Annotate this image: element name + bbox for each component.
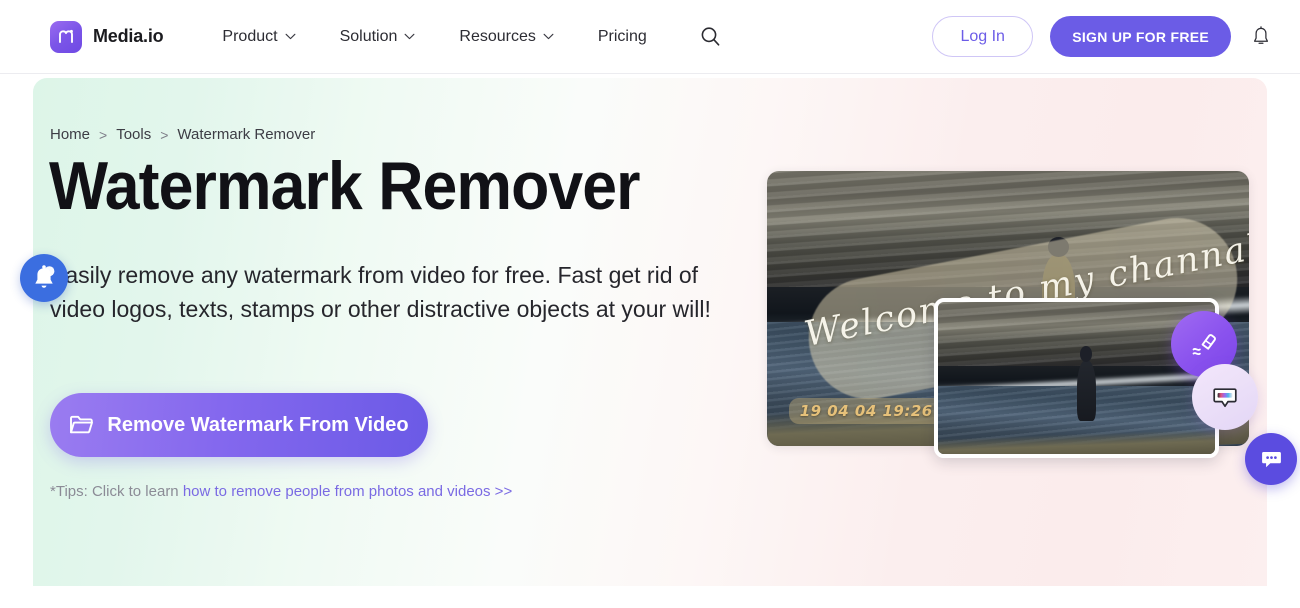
- signup-button[interactable]: SIGN UP FOR FREE: [1050, 16, 1231, 57]
- page-title: Watermark Remover: [49, 148, 640, 224]
- media-io-logo-icon: [50, 20, 82, 53]
- eraser-icon: [1192, 334, 1216, 356]
- remove-watermark-from-video-button[interactable]: Remove Watermark From Video: [50, 393, 428, 457]
- hero-section: Home > Tools > Watermark Remover Waterma…: [33, 78, 1267, 586]
- nav-item-label: Pricing: [597, 27, 647, 45]
- timestamp-watermark: 19 04 04 19:26: [788, 398, 944, 424]
- search-button[interactable]: [695, 21, 726, 52]
- breadcrumb-item-tools[interactable]: Tools: [116, 126, 151, 143]
- tips-link[interactable]: how to remove people from photos and vid…: [183, 483, 512, 500]
- chevron-down-icon: [543, 33, 554, 40]
- nav-actions: Log In SIGN UP FOR FREE: [932, 16, 1274, 57]
- chat-bubble-color-icon: [1213, 388, 1237, 408]
- preview-image-stack: Welcome to my channal 19 04 04 19:26: [767, 171, 1258, 481]
- notification-bell-button[interactable]: [1248, 22, 1274, 52]
- login-button[interactable]: Log In: [932, 16, 1034, 57]
- nav-item-label: Solution: [339, 27, 398, 45]
- nav-item-pricing[interactable]: Pricing: [576, 28, 669, 46]
- nav-item-label: Product: [222, 27, 278, 45]
- cleaned-photo: [934, 298, 1219, 458]
- color-chat-feature-badge[interactable]: [1192, 364, 1258, 430]
- brand-name: Media.io: [93, 26, 164, 46]
- bell-icon: [35, 265, 55, 288]
- breadcrumb-item-current: Watermark Remover: [177, 126, 316, 143]
- nav-item-solution[interactable]: Solution: [318, 28, 438, 46]
- cta-label: Remove Watermark From Video: [107, 413, 409, 436]
- hero-description: Easily remove any watermark from video f…: [50, 262, 711, 322]
- nav-item-product[interactable]: Product: [200, 28, 317, 46]
- notification-widget-button[interactable]: [20, 254, 68, 302]
- chevron-down-icon: [404, 33, 415, 40]
- search-icon: [701, 27, 720, 46]
- bell-icon: [1253, 26, 1269, 44]
- top-navigation-bar: Media.io Product Solution Resources Pric…: [0, 0, 1300, 74]
- nav-item-resources[interactable]: Resources: [437, 28, 575, 46]
- tips-line: *Tips: Click to learn how to remove peop…: [50, 483, 512, 500]
- nav-item-label: Resources: [459, 27, 536, 45]
- brand-logo-link[interactable]: Media.io: [50, 20, 164, 53]
- breadcrumb: Home > Tools > Watermark Remover: [50, 126, 315, 143]
- chat-support-widget-button[interactable]: [1245, 433, 1297, 485]
- tips-prefix: *Tips: Click to learn: [50, 483, 183, 500]
- shoreline-scene-front: [938, 302, 1215, 454]
- folder-icon: [70, 415, 94, 434]
- primary-nav: Product Solution Resources Pricing: [200, 21, 725, 52]
- person-figure: [1076, 346, 1096, 421]
- breadcrumb-item-home[interactable]: Home: [50, 126, 90, 143]
- chevron-down-icon: [285, 33, 296, 40]
- breadcrumb-separator: >: [160, 126, 169, 143]
- chat-dots-icon: [1261, 451, 1281, 467]
- breadcrumb-separator: >: [99, 126, 108, 143]
